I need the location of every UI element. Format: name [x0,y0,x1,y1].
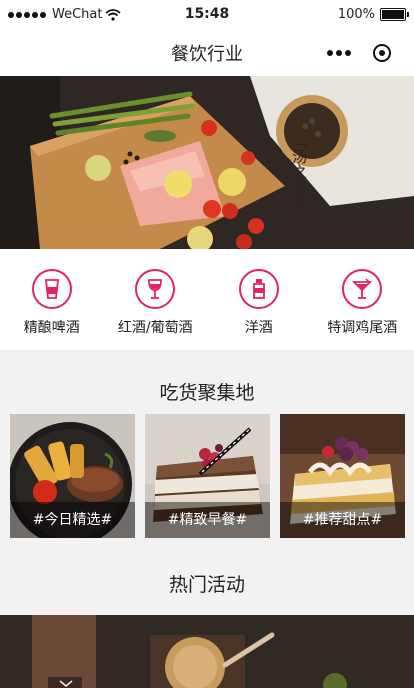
beer-glass-icon [31,269,72,309]
wine-glass-icon [135,269,176,309]
category-wine[interactable]: 红酒/葡萄酒 [104,249,208,350]
activity-photo [0,615,414,688]
battery-percent: 100% [337,7,375,22]
category-liquor[interactable]: 洋酒 [207,249,311,350]
food-tile-breakfast[interactable]: #精致早餐# [145,414,270,538]
mini-program-capsule [316,38,402,68]
activity-banner[interactable] [0,615,414,688]
category-cocktail[interactable]: 特调鸡尾酒 [311,249,414,350]
hero-banner[interactable]: 「汤之味美」 [0,76,414,249]
category-label: 红酒/葡萄酒 [117,320,193,336]
category-label: 精酿啤酒 [23,320,80,336]
banner-vertical-text: 「汤之味美」 [290,134,308,224]
food-tile-today-picks[interactable]: #今日精选# [10,414,135,538]
battery-indicator: 100% [337,7,409,22]
category-label: 特调鸡尾酒 [327,320,398,336]
category-bar: 精酿啤酒 红酒/葡萄酒 洋酒 特调鸡尾酒 [0,249,414,350]
status-bar: WeChat 15:48 100% [0,0,414,30]
food-tile-desserts[interactable]: #推荐甜点# [280,414,405,538]
tile-caption: #推荐甜点# [280,502,405,538]
nav-bar: 餐饮行业 [0,30,414,76]
tile-caption: #今日精选# [10,502,135,538]
liquor-bottle-icon [238,269,279,309]
close-mini-program-icon[interactable] [373,44,391,62]
activity-section-title: 热门活动 [168,574,245,596]
banner-food-photo [0,76,414,249]
category-label: 洋酒 [244,320,273,336]
cocktail-glass-icon [342,269,383,309]
food-tiles: #今日精选# #精致早餐# #推荐甜点# [10,414,405,538]
tile-caption: #精致早餐# [145,502,270,538]
battery-icon [380,8,409,21]
category-craft-beer[interactable]: 精酿啤酒 [0,249,104,350]
food-section-title: 吃货聚集地 [159,382,255,404]
more-options-icon[interactable] [327,50,351,56]
